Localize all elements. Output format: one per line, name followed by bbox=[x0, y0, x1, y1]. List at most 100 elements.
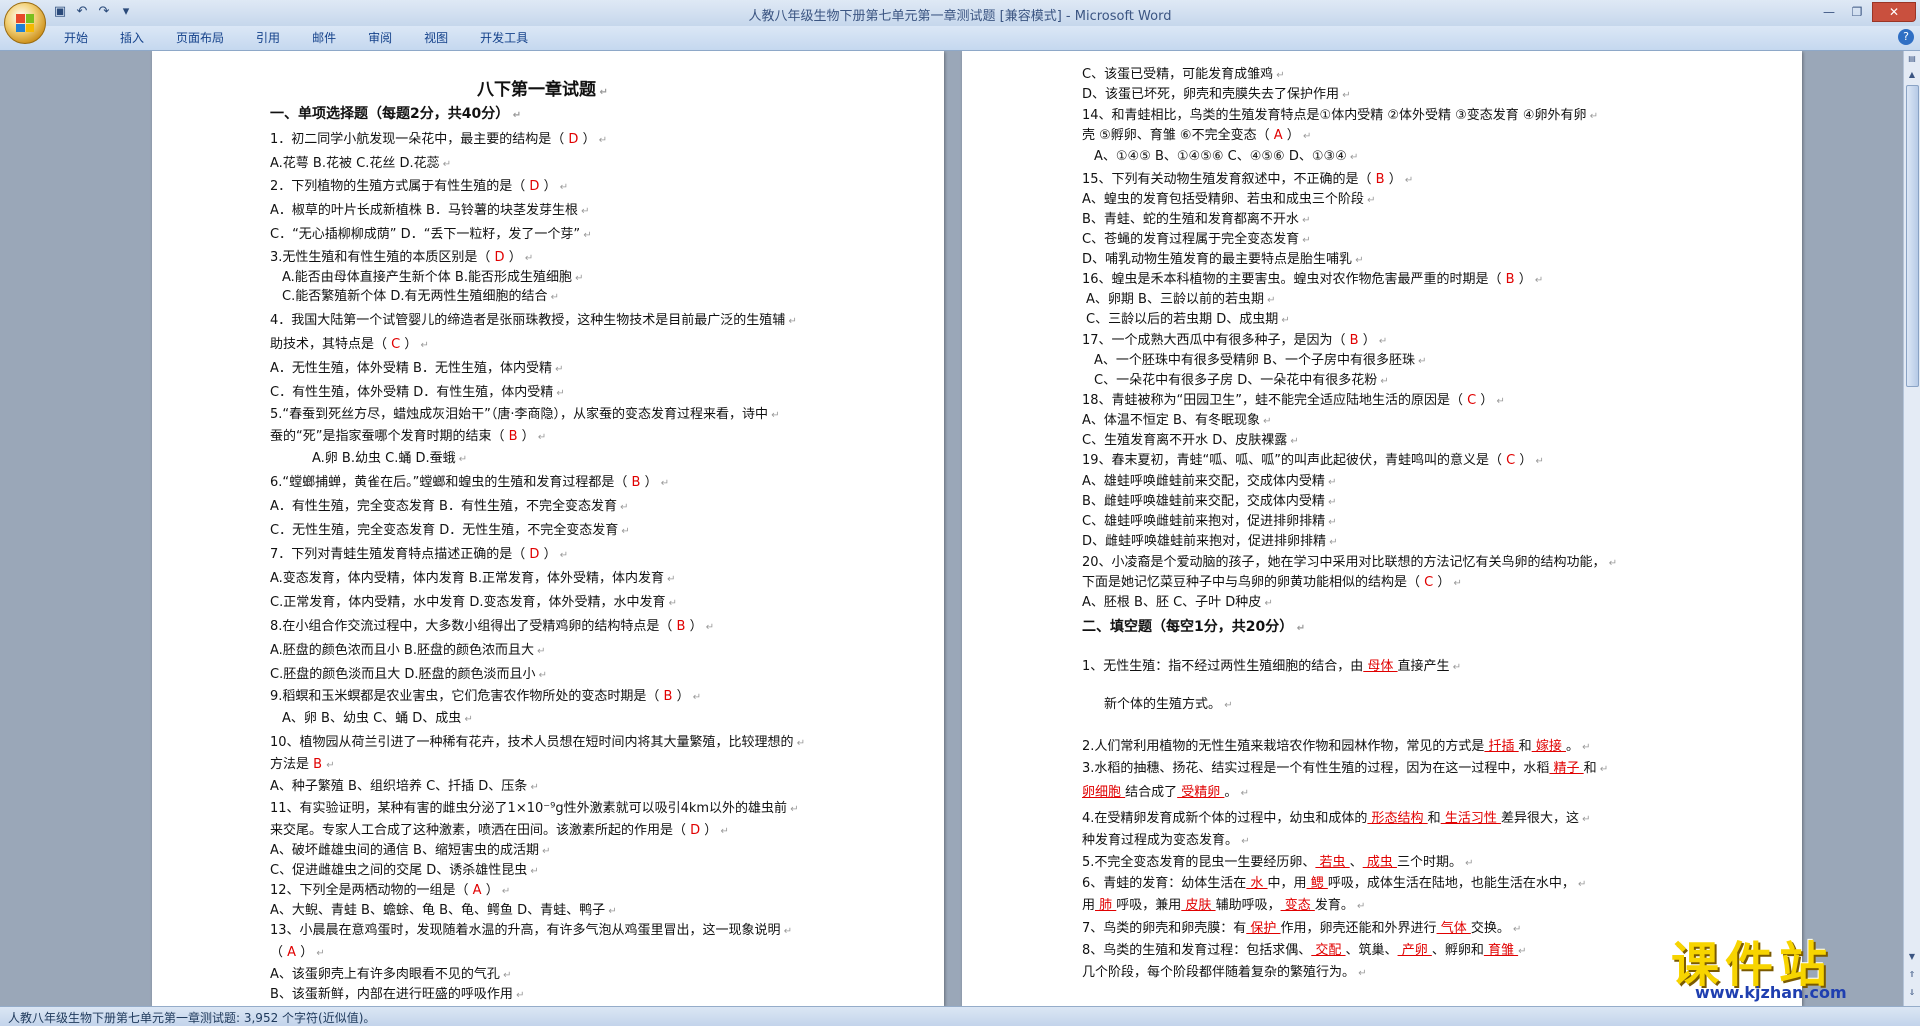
fill-answer: 水 bbox=[1246, 876, 1268, 891]
text-line: 17、一个成熟大西瓜中有很多种子，是因为（ B ） ↵ bbox=[1082, 329, 1387, 348]
watermark-url: www.kjzhan.com bbox=[1695, 983, 1847, 1002]
line-text: 三个时期。 bbox=[1396, 855, 1462, 870]
line-text: 用 bbox=[1082, 898, 1096, 913]
paragraph-mark-icon: ↵ bbox=[498, 886, 511, 897]
line-text: 交换。 bbox=[1470, 921, 1510, 936]
fill-answer: 鳃 bbox=[1306, 876, 1328, 891]
line-text: 4．我国大陆第一个试管婴儿的缔造者是张丽珠教授，这种生物技术是目前最广泛的生殖辅 bbox=[270, 313, 786, 328]
line-text: 和 bbox=[1583, 761, 1597, 776]
line-text: 3.无性生殖和有性生殖的本质区别是（ bbox=[270, 250, 491, 265]
paragraph-mark-icon: ↵ bbox=[596, 87, 608, 98]
document-page-2[interactable]: C、该蛋已受精，可能发育成雏鸡 ↵ D、该蛋已坏死，卵壳和壳膜失去了保护作用 ↵ 1… bbox=[962, 51, 1802, 1006]
tab-3[interactable]: 引用 bbox=[240, 29, 296, 47]
text-line: A.能否由母体直接产生新个体 B.能否形成生殖细胞 ↵ bbox=[282, 266, 584, 285]
tab-0[interactable]: 开始 bbox=[48, 29, 104, 47]
paragraph-mark-icon: ↵ bbox=[1401, 175, 1414, 186]
tab-1[interactable]: 插入 bbox=[104, 29, 160, 47]
office-button[interactable] bbox=[4, 2, 46, 44]
fill-answer: 生活习性 bbox=[1440, 811, 1501, 826]
tab-6[interactable]: 视图 bbox=[408, 29, 464, 47]
line-text: 17、一个成熟大西瓜中有很多种子，是因为（ bbox=[1082, 333, 1346, 348]
document-page-1[interactable]: 八下第一章试题 ↵ 一、单项选择题（每题2分，共40分） ↵ 1．初二同学小航发现一… bbox=[152, 51, 944, 1006]
line-text: ） bbox=[300, 945, 314, 960]
text-line: B、雌蛙呼唤雄蛙前来交配，交成体内受精 ↵ bbox=[1082, 490, 1336, 509]
tab-5[interactable]: 审阅 bbox=[352, 29, 408, 47]
fill-answer: 若虫 bbox=[1315, 855, 1350, 870]
tab-4[interactable]: 邮件 bbox=[296, 29, 352, 47]
close-icon[interactable]: ✕ bbox=[1872, 2, 1916, 22]
paragraph-mark-icon: ↵ bbox=[1586, 111, 1599, 122]
text-line: 新个体的生殖方式。 ↵ bbox=[1104, 693, 1233, 712]
title-bar: ▣ ↶ ↷ ▾ 人教八年级生物下册第七单元第一章测试题 [兼容模式] - Mic… bbox=[0, 0, 1920, 27]
line-text: 差异很大，这 bbox=[1500, 811, 1579, 826]
text-line: A、蝗虫的发育包括受精卵、若虫和成虫三个阶段 ↵ bbox=[1082, 188, 1375, 207]
line-text: A、体温不恒定 B、有冬眠现象 bbox=[1082, 413, 1260, 428]
line-text: A.胚盘的颜色浓而且小 B.胚盘的颜色浓而且大 bbox=[270, 643, 534, 658]
text-line: 2.人们常利用植物的无性生殖来栽培农作物和园林作物，常见的方式是 扦插 和 嫁接… bbox=[1082, 735, 1591, 754]
text-line: C、一朵花中有很多子房 D、一朵花中有很多花粉 ↵ bbox=[1094, 369, 1389, 388]
paragraph-mark-icon: ↵ bbox=[1325, 517, 1337, 528]
line-text: 壳 ⑤孵卵、育雏 ⑥不完全变态（ bbox=[1082, 128, 1270, 143]
document-workspace: 八下第一章试题 ↵ 一、单项选择题（每题2分，共40分） ↵ 1．初二同学小航发现一… bbox=[0, 51, 1904, 1006]
paragraph-mark-icon: ↵ bbox=[1324, 497, 1337, 508]
text-line: C.胚盘的颜色淡而且大 D.胚盘的颜色淡而且小 ↵ bbox=[270, 663, 547, 682]
text-line: A、雄蛙呼唤雌蛙前来交配，交成体内受精 ↵ bbox=[1082, 470, 1336, 489]
line-text: 12、下列全是两栖动物的一组是（ bbox=[270, 883, 469, 898]
text-line: A.卵 B.幼虫 C.蛹 D.蚕蛾 ↵ bbox=[312, 447, 467, 466]
line-text: 中，用 bbox=[1267, 876, 1307, 891]
text-line: 8、鸟类的生殖和发育过程：包括求偶、 交配 、筑巢、 产卵 、孵卵和 育雏 ↵ bbox=[1082, 939, 1527, 958]
minimize-icon[interactable]: — bbox=[1816, 2, 1842, 22]
line-text: ） bbox=[485, 883, 499, 898]
fill-answer: 嫁接 bbox=[1531, 739, 1566, 754]
text-line: D、哺乳动物生殖发育的最主要特点是胎生哺乳 ↵ bbox=[1082, 248, 1364, 267]
line-text: 直接产生 bbox=[1397, 659, 1450, 674]
answer-mark: A bbox=[468, 883, 486, 898]
paragraph-mark-icon: ↵ bbox=[717, 826, 729, 837]
ruler-toggle-icon[interactable]: ▤ bbox=[1906, 53, 1918, 65]
restore-icon[interactable]: ❐ bbox=[1844, 2, 1870, 22]
text-line: 5.不完全变态发育的昆虫一生要经历卵、 若虫 、 成虫 三个时期。 ↵ bbox=[1082, 851, 1474, 870]
text-line: A.花萼 B.花被 C.花丝 D.花蕊 ↵ bbox=[270, 152, 451, 171]
tab-7[interactable]: 开发工具 bbox=[464, 29, 544, 47]
text-line: A、体温不恒定 B、有冬眠现象 ↵ bbox=[1082, 409, 1272, 428]
paragraph-mark-icon: ↵ bbox=[1596, 764, 1609, 775]
text-line: A、胚根 B、胚 C、子叶 D种皮 ↵ bbox=[1082, 591, 1273, 610]
section-heading: 二、填空题（每空1分，共20分） ↵ bbox=[1082, 616, 1305, 636]
paragraph-mark-icon: ↵ bbox=[547, 292, 560, 303]
line-text: 19、春末夏初，青蛙“呱、呱、呱”的叫声此起彼伏，青蛙鸣叫的意义是（ bbox=[1082, 453, 1503, 468]
fill-answer: 皮肤 bbox=[1181, 898, 1216, 913]
text-line: 3.水稻的抽穗、扬花、结实过程是一个有性生殖的过程，因为在这一过程中，水稻 精子… bbox=[1082, 757, 1608, 776]
fill-answer: 育雏 bbox=[1483, 943, 1519, 958]
scroll-up-icon[interactable]: ▲ bbox=[1906, 69, 1918, 81]
line-text: 方法是 bbox=[270, 757, 310, 772]
text-line: B、该蛋新鲜，内部在进行旺盛的呼吸作用 ↵ bbox=[270, 983, 524, 1002]
line-text: 。 bbox=[1224, 785, 1238, 800]
scroll-thumb[interactable] bbox=[1906, 85, 1919, 387]
text-line: D、该蛋已坏死，卵壳和壳膜失去了保护作用 ↵ bbox=[1082, 83, 1351, 102]
fill-answer: 变态 bbox=[1280, 898, 1315, 913]
text-line: C.正常发育，体内受精，水中发育 D.变态发育，体外受精，水中发育 ↵ bbox=[270, 591, 677, 610]
line-text: 6.“螳螂捕蝉，黄雀在后。”螳螂和蝗虫的生殖和发育过程都是（ bbox=[270, 475, 628, 490]
fill-answer: 形态结构 bbox=[1367, 811, 1428, 826]
paragraph-mark-icon: ↵ bbox=[527, 866, 539, 877]
line-text: ） bbox=[543, 547, 557, 562]
line-text: A、破坏雌雄虫间的通信 B、缩短害虫的成活期 bbox=[270, 843, 539, 858]
fill-answer: 气体 bbox=[1436, 921, 1471, 936]
text-line: 方法是 B ↵ bbox=[270, 753, 335, 772]
text-line: A、破坏雌雄虫间的通信 B、缩短害虫的成活期 ↵ bbox=[270, 839, 551, 858]
help-icon[interactable]: ? bbox=[1898, 29, 1914, 45]
fill-answer: 交配 bbox=[1311, 943, 1346, 958]
answer-mark: B bbox=[672, 619, 690, 634]
line-text: ） bbox=[543, 179, 557, 194]
line-text: 结合成了 bbox=[1125, 785, 1178, 800]
tab-2[interactable]: 页面布局 bbox=[160, 29, 240, 47]
text-line: 10、植物园从荷兰引进了一种稀有花卉，技术人员想在短时间内将其大量繁殖，比较理想… bbox=[270, 731, 805, 750]
vertical-scrollbar[interactable]: ▤ ▲ ▼ ⇑ ⇓ bbox=[1903, 51, 1920, 1006]
paragraph-mark-icon: ↵ bbox=[616, 502, 629, 513]
paragraph-mark-icon: ↵ bbox=[527, 782, 539, 793]
text-line: C．无性生殖，完全变态发育 D．无性生殖，不完全变态发育 ↵ bbox=[270, 519, 630, 538]
paragraph-mark-icon: ↵ bbox=[571, 273, 584, 284]
line-text: A.卵 B.幼虫 C.蛹 D.蚕蛾 bbox=[312, 451, 456, 466]
paragraph-mark-icon: ↵ bbox=[793, 738, 806, 749]
fill-answer: 成虫 bbox=[1362, 855, 1397, 870]
